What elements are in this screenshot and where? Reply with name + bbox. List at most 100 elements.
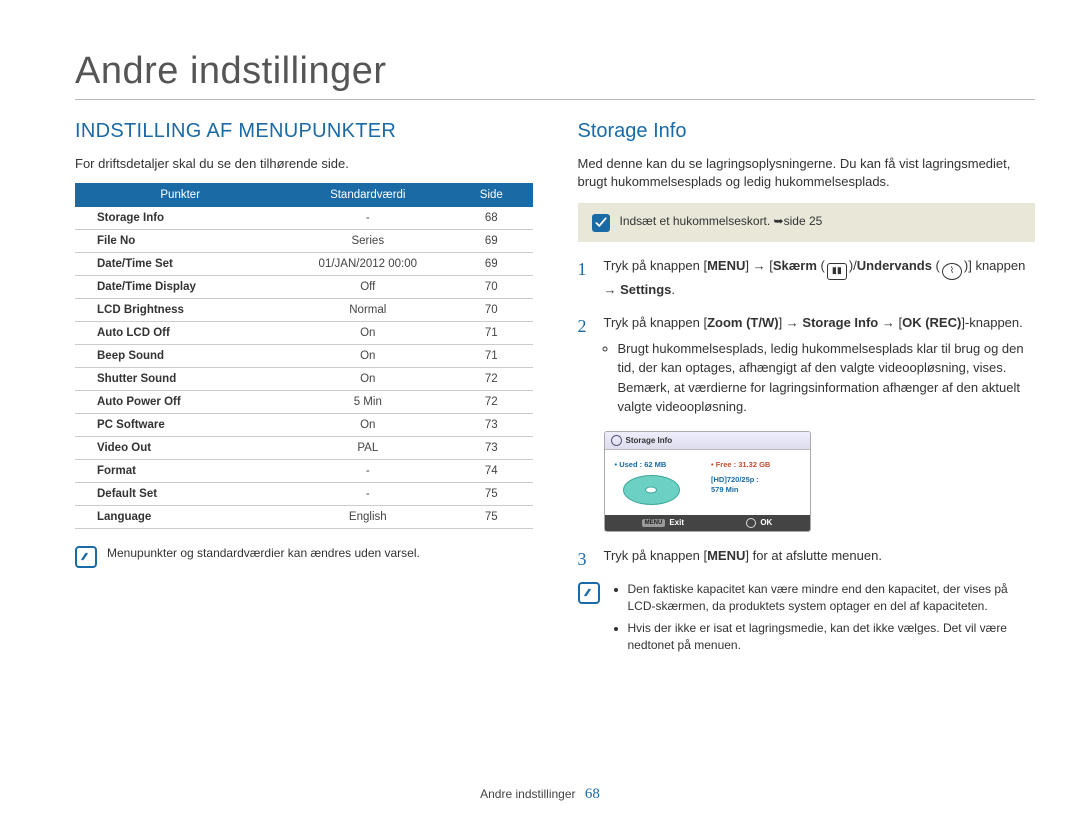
table-cell: 70 bbox=[450, 276, 532, 299]
table-cell: 71 bbox=[450, 345, 532, 368]
underwater-icon: ⌇ bbox=[942, 263, 962, 280]
menu-label-2: MENU bbox=[707, 548, 745, 563]
table-cell: 73 bbox=[450, 414, 532, 437]
t: ]-knappen. bbox=[961, 315, 1022, 330]
table-cell: 75 bbox=[450, 483, 532, 506]
table-cell: Language bbox=[75, 506, 285, 529]
table-cell: Storage Info bbox=[75, 207, 285, 230]
table-row: Shutter SoundOn72 bbox=[75, 368, 533, 391]
table-cell: 75 bbox=[450, 506, 532, 529]
step-3: Tryk på knappen [MENU] for at afslutte m… bbox=[578, 546, 1036, 566]
ok-rec-label: OK (REC) bbox=[902, 315, 961, 330]
table-row: LanguageEnglish75 bbox=[75, 506, 533, 529]
gear-icon bbox=[746, 518, 756, 528]
table-cell: LCD Brightness bbox=[75, 299, 285, 322]
lcd-exit: Exit bbox=[669, 518, 684, 527]
table-row: Date/Time Set01/JAN/2012 00:0069 bbox=[75, 253, 533, 276]
table-cell: 70 bbox=[450, 299, 532, 322]
check-icon bbox=[592, 214, 610, 232]
table-cell: Default Set bbox=[75, 483, 285, 506]
t: ] for at afslutte menuen. bbox=[745, 548, 882, 563]
page-title: Andre indstillinger bbox=[75, 50, 1035, 100]
table-cell: Series bbox=[285, 230, 450, 253]
t: Tryk på knappen [ bbox=[604, 315, 708, 330]
t: ] → [ bbox=[745, 258, 772, 273]
note-text: Menupunkter og standardværdier kan ændre… bbox=[107, 545, 420, 562]
table-cell: 72 bbox=[450, 368, 532, 391]
t: Tryk på knappen [ bbox=[604, 548, 708, 563]
lcd-gear-icon bbox=[611, 435, 622, 446]
skaerm-label: Skærm bbox=[773, 258, 817, 273]
table-row: Beep SoundOn71 bbox=[75, 345, 533, 368]
insert-card-text: Indsæt et hukommelseskort. ➥side 25 bbox=[620, 213, 823, 230]
storage-label: Storage Info bbox=[802, 315, 878, 330]
table-cell: 69 bbox=[450, 253, 532, 276]
table-row: Format-74 bbox=[75, 460, 533, 483]
lcd-free: • Free : 31.32 GB bbox=[711, 460, 770, 469]
left-column: INDSTILLING AF MENUPUNKTER For driftsdet… bbox=[75, 120, 533, 658]
table-cell: Off bbox=[285, 276, 450, 299]
table-cell: Date/Time Set bbox=[75, 253, 285, 276]
storage-intro: Med denne kan du se lagringsoplysningern… bbox=[578, 155, 1036, 191]
section-heading-menu-settings: INDSTILLING AF MENUPUNKTER bbox=[75, 120, 533, 143]
table-row: Default Set-75 bbox=[75, 483, 533, 506]
table-cell: On bbox=[285, 368, 450, 391]
section-heading-storage-info: Storage Info bbox=[578, 120, 1036, 143]
table-cell: 69 bbox=[450, 230, 532, 253]
table-cell: 5 Min bbox=[285, 391, 450, 414]
footer-label: Andre indstillinger bbox=[480, 787, 575, 801]
table-cell: Auto Power Off bbox=[75, 391, 285, 414]
t: → [ bbox=[878, 315, 902, 330]
table-row: Date/Time DisplayOff70 bbox=[75, 276, 533, 299]
notes-list: Den faktiske kapacitet kan være mindre e… bbox=[610, 581, 1036, 658]
menu-label: MENU bbox=[707, 258, 745, 273]
right-column: Storage Info Med denne kan du se lagring… bbox=[578, 120, 1036, 658]
t: Tryk på knappen [ bbox=[604, 258, 708, 273]
lcd-screenshot: Storage Info • Used : 62 MB • Free : 31.… bbox=[604, 431, 811, 532]
table-row: Auto Power Off5 Min72 bbox=[75, 391, 533, 414]
display-icon: ▮▮ bbox=[827, 263, 847, 280]
zoom-label: Zoom (T/W) bbox=[707, 315, 778, 330]
table-cell: 74 bbox=[450, 460, 532, 483]
table-row: File NoSeries69 bbox=[75, 230, 533, 253]
table-cell: 73 bbox=[450, 437, 532, 460]
settings-label: Settings bbox=[620, 282, 671, 297]
disc-chart-icon bbox=[623, 475, 680, 505]
table-cell: Normal bbox=[285, 299, 450, 322]
table-cell: File No bbox=[75, 230, 285, 253]
lcd-time: 579 Min bbox=[711, 485, 800, 496]
page-footer: Andre indstillinger 68 bbox=[0, 786, 1080, 803]
table-cell: - bbox=[285, 483, 450, 506]
settings-table: Punkter Standardværdi Side Storage Info-… bbox=[75, 183, 533, 529]
table-cell: 71 bbox=[450, 322, 532, 345]
table-cell: English bbox=[285, 506, 450, 529]
table-cell: 01/JAN/2012 00:00 bbox=[285, 253, 450, 276]
table-cell: Auto LCD Off bbox=[75, 322, 285, 345]
lcd-used: • Used : 62 MB bbox=[615, 460, 667, 469]
table-cell: On bbox=[285, 414, 450, 437]
t: )/ bbox=[849, 258, 857, 273]
table-row: PC SoftwareOn73 bbox=[75, 414, 533, 437]
table-cell: - bbox=[285, 460, 450, 483]
menu-button-icon: MENU bbox=[642, 519, 666, 527]
th-side: Side bbox=[450, 183, 532, 207]
table-cell: 72 bbox=[450, 391, 532, 414]
table-cell: Format bbox=[75, 460, 285, 483]
table-cell: PAL bbox=[285, 437, 450, 460]
lcd-title: Storage Info bbox=[626, 436, 673, 445]
page-number: 68 bbox=[585, 786, 600, 802]
note-icon bbox=[578, 582, 600, 604]
table-row: Auto LCD OffOn71 bbox=[75, 322, 533, 345]
table-row: Storage Info-68 bbox=[75, 207, 533, 230]
t: ( bbox=[817, 258, 825, 273]
table-cell: On bbox=[285, 322, 450, 345]
table-cell: On bbox=[285, 345, 450, 368]
table-row: LCD BrightnessNormal70 bbox=[75, 299, 533, 322]
t: ] → bbox=[779, 315, 803, 330]
th-punkter: Punkter bbox=[75, 183, 285, 207]
table-cell: - bbox=[285, 207, 450, 230]
intro-text: For driftsdetaljer skal du se den tilhør… bbox=[75, 155, 533, 173]
table-cell: 68 bbox=[450, 207, 532, 230]
step-2: Tryk på knappen [Zoom (T/W)] → Storage I… bbox=[578, 313, 1036, 417]
table-cell: PC Software bbox=[75, 414, 285, 437]
